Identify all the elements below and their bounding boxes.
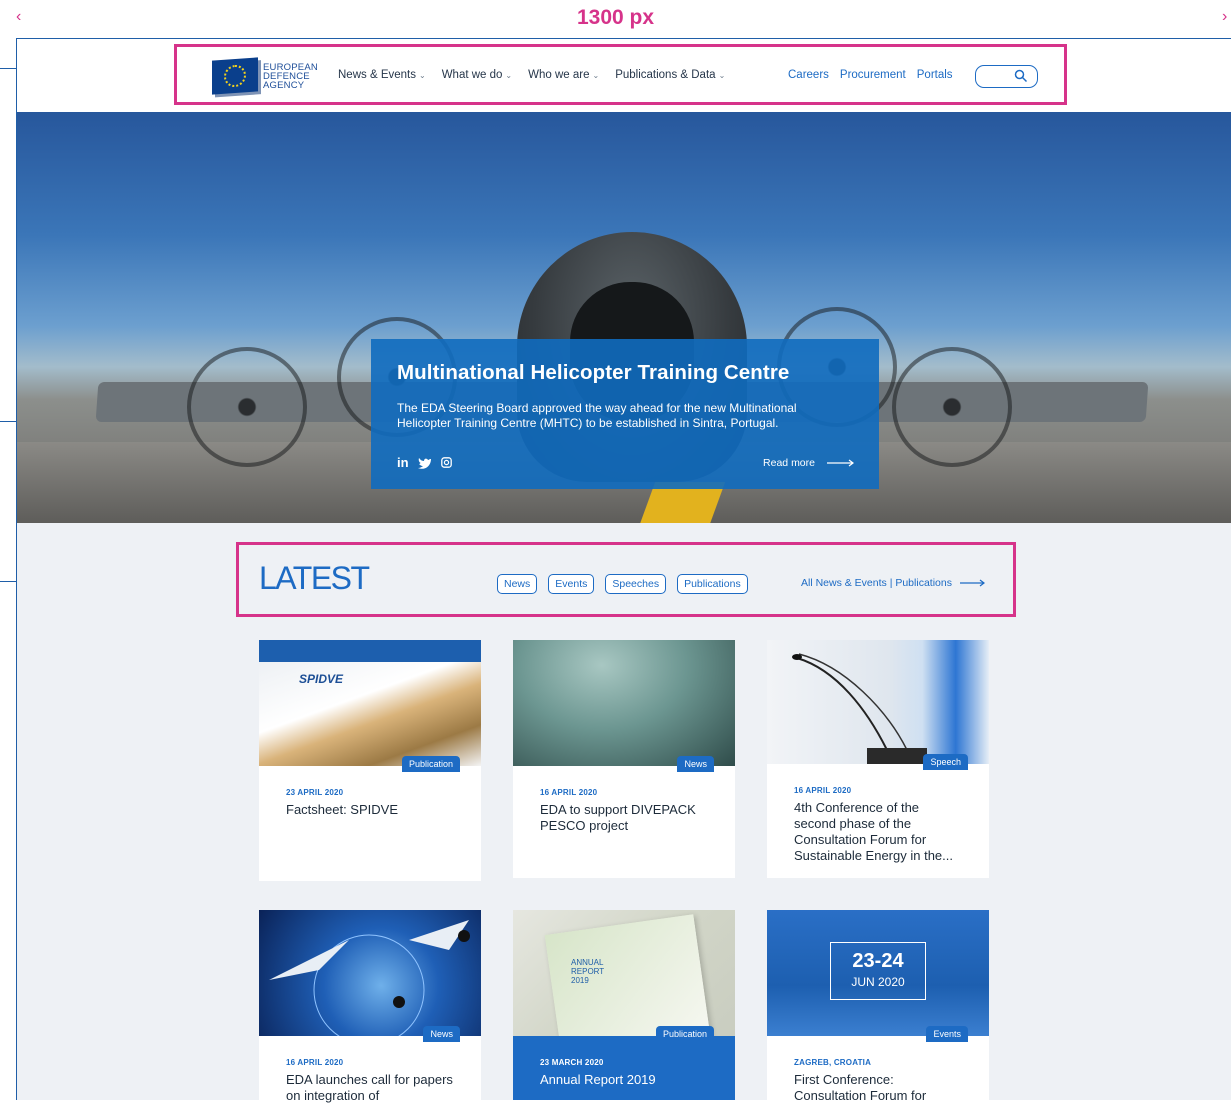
linkedin-icon[interactable]: in	[397, 455, 409, 470]
card-image: 23-24 JUN 2020	[767, 910, 989, 1036]
doc-title: SPIDVE	[299, 672, 344, 686]
latest-highlight	[236, 542, 1016, 617]
card-title: EDA to support DIVEPACK PESCO project	[540, 802, 696, 833]
twitter-icon[interactable]	[417, 457, 432, 469]
card-title: Factsheet: SPIDVE	[286, 802, 398, 817]
news-card[interactable]: Speech 16 APRIL 2020 4th Conference of t…	[767, 640, 989, 878]
card-title: EDA launches call for papers on integrat…	[286, 1072, 453, 1103]
type-badge: Speech	[923, 754, 968, 770]
event-date-box: 23-24 JUN 2020	[830, 942, 926, 1000]
microphone-illustration	[792, 653, 927, 764]
card-title: Annual Report 2019	[540, 1072, 656, 1087]
card-location: ZAGREB, CROATIA	[794, 1058, 872, 1067]
card-date: 16 APRIL 2020	[286, 1058, 344, 1067]
aircraft-illustration	[269, 920, 470, 1036]
instagram-icon[interactable]	[440, 457, 452, 468]
report-cover-text: ANNUAL REPORT 2019	[571, 958, 605, 985]
propeller	[892, 347, 1012, 467]
read-more-link[interactable]: Read more	[763, 457, 855, 469]
spec-right-arrow: ›	[1222, 8, 1228, 25]
event-card[interactable]: 23-24 JUN 2020 Events ZAGREB, CROATIA Fi…	[767, 910, 989, 1103]
hero-title: Multinational Helicopter Training Centre	[397, 361, 790, 384]
type-badge: News	[423, 1026, 460, 1042]
type-badge: Publication	[655, 1026, 714, 1042]
news-card[interactable]: News 16 APRIL 2020 EDA launches call for…	[259, 910, 481, 1103]
news-card[interactable]: SPIDVE Publication 23 APRIL 2020 Factshe…	[259, 640, 481, 881]
event-month: JUN 2020	[851, 975, 905, 989]
social-links: in	[397, 455, 452, 470]
report-cover	[544, 914, 712, 1036]
news-card[interactable]: ANNUAL REPORT 2019 Publication 23 MARCH …	[513, 910, 735, 1100]
card-image	[513, 640, 735, 766]
event-day-range: 23-24	[852, 950, 904, 972]
card-image: SPIDVE	[259, 640, 481, 766]
type-badge: News	[677, 756, 714, 772]
card-date: 23 MARCH 2020	[540, 1058, 604, 1067]
card-title: First Conference: Consultation Forum for	[794, 1072, 927, 1103]
type-badge: Publication	[401, 756, 460, 772]
hero-text: The EDA Steering Board approved the way …	[397, 401, 797, 430]
card-date: 16 APRIL 2020	[794, 786, 852, 795]
hero-banner: Multinational Helicopter Training Centre…	[17, 112, 1231, 523]
card-date: 23 APRIL 2020	[286, 788, 344, 797]
propeller	[187, 347, 307, 467]
doc-header-band	[259, 640, 481, 662]
card-image	[259, 910, 481, 1036]
card-image: ANNUAL REPORT 2019	[513, 910, 735, 1036]
card-image	[767, 640, 989, 764]
header-highlight	[174, 44, 1067, 105]
hero-card: Multinational Helicopter Training Centre…	[371, 339, 879, 489]
card-title: 4th Conference of the second phase of th…	[794, 800, 953, 863]
type-badge: Events	[926, 1026, 968, 1042]
arrow-right-icon	[827, 459, 854, 467]
news-card[interactable]: News 16 APRIL 2020 EDA to support DIVEPA…	[513, 640, 735, 878]
width-label: 1300 px	[576, 6, 655, 29]
card-date: 16 APRIL 2020	[540, 788, 598, 797]
